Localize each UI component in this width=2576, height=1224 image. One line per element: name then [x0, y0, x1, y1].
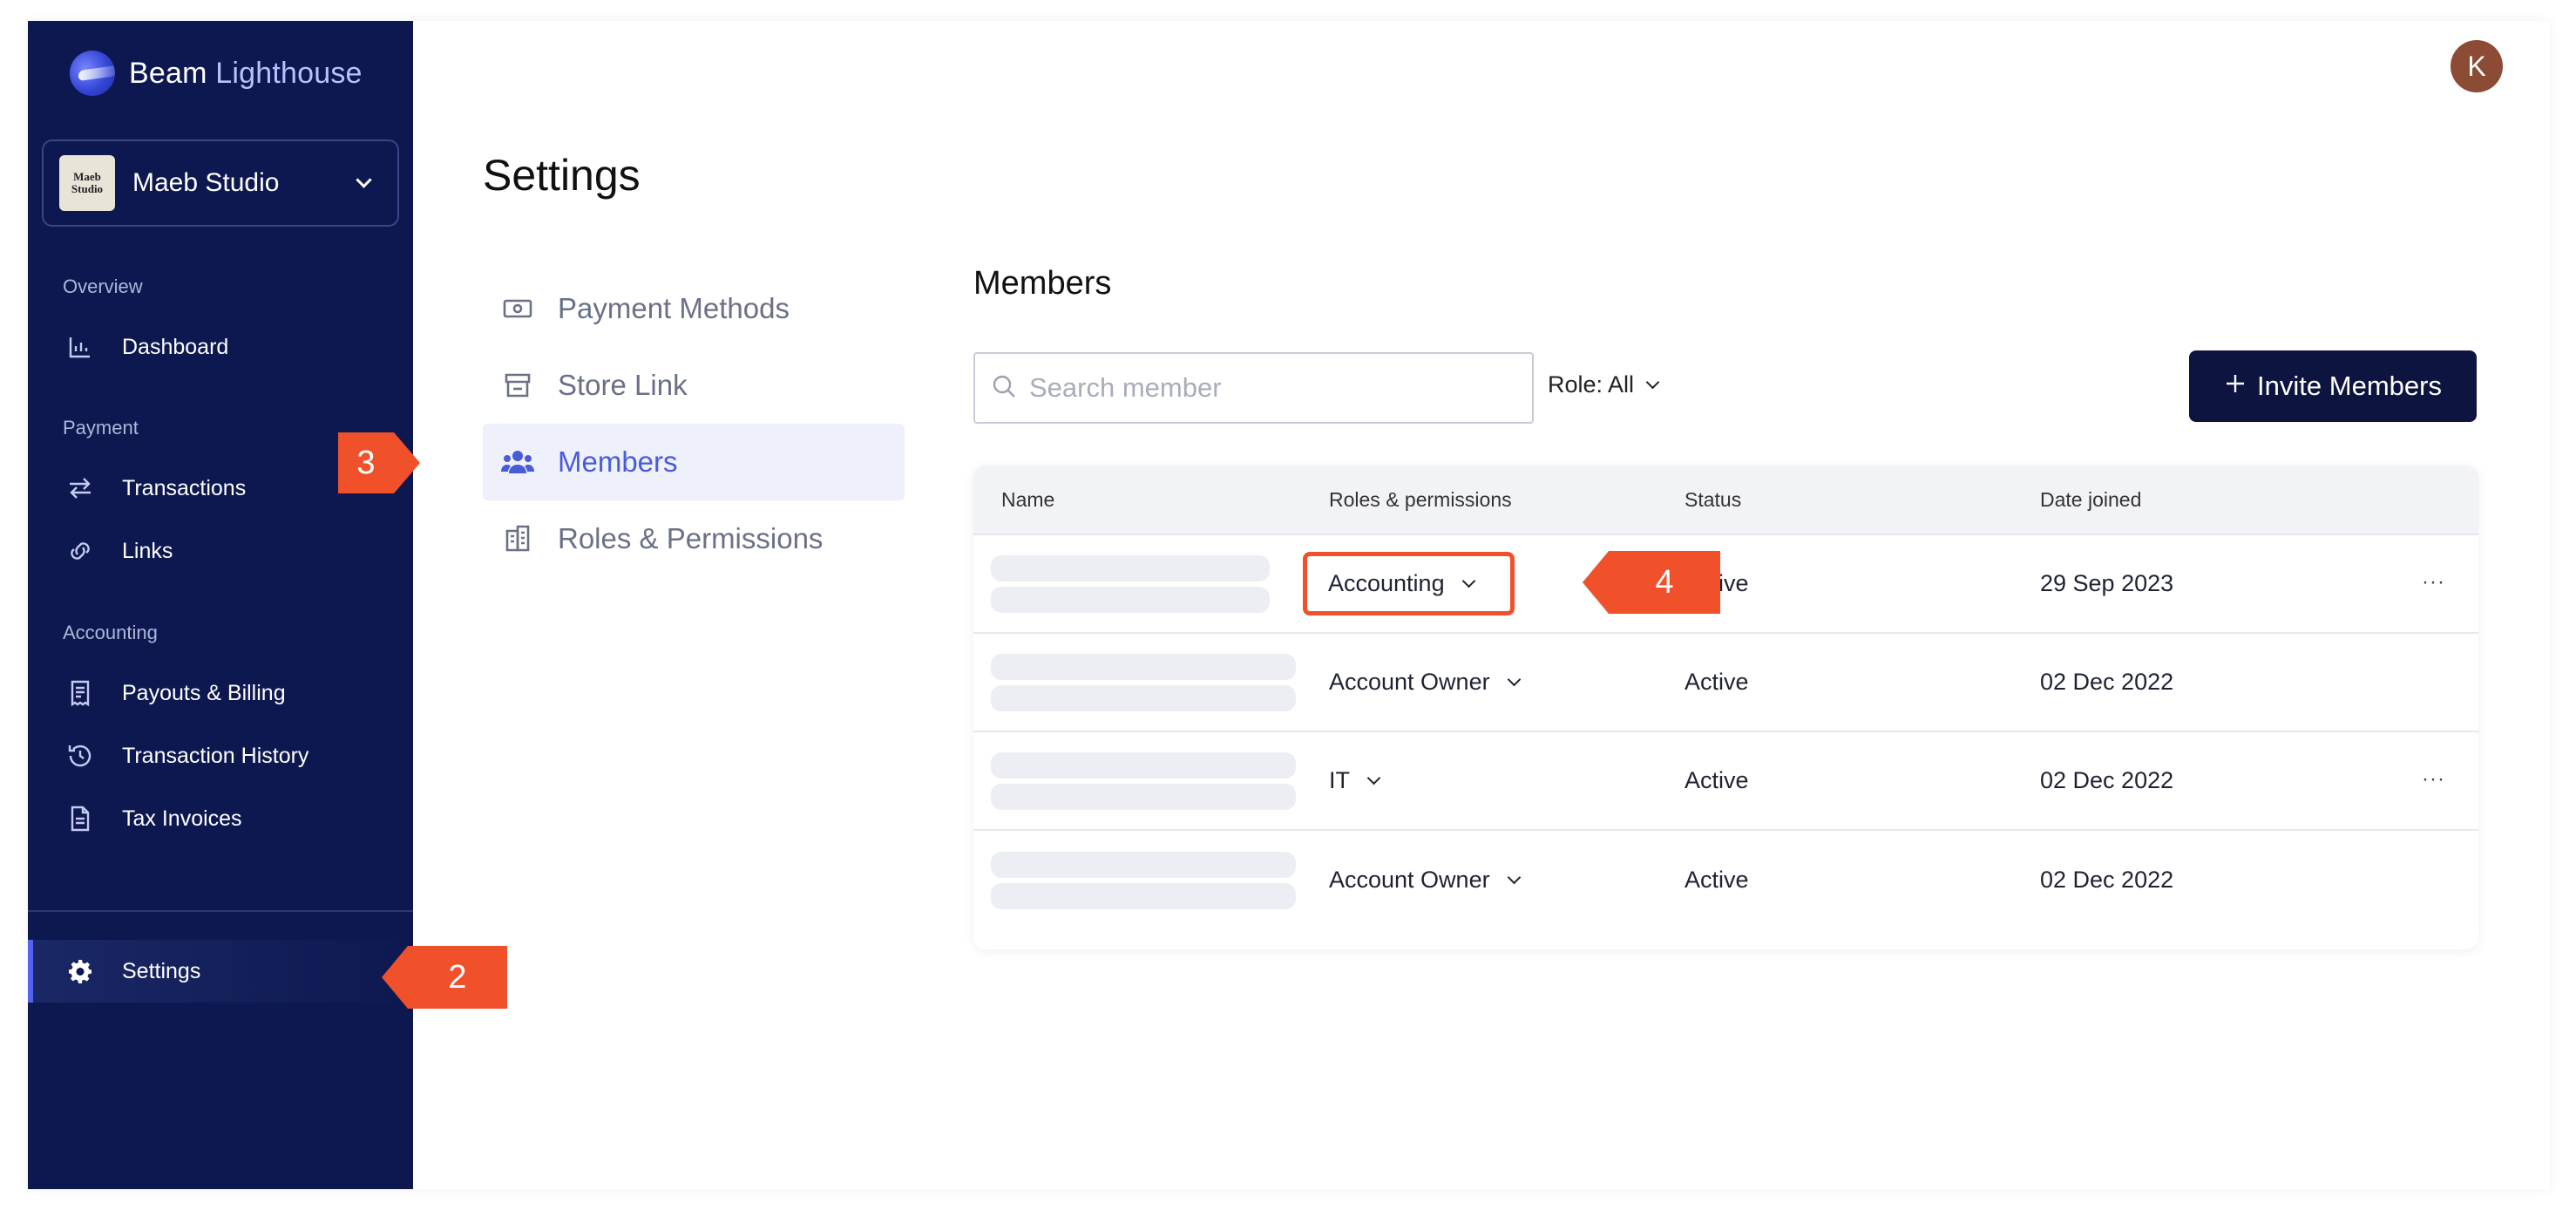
role-filter-dropdown[interactable]: Role: All: [1548, 371, 1660, 398]
subnav-roles-permissions[interactable]: Roles & Permissions: [483, 500, 905, 577]
role-cell: Account Owner: [1329, 669, 1685, 696]
subnav-members[interactable]: Members: [483, 424, 905, 500]
cash-icon: [500, 291, 535, 326]
name-placeholder: [973, 847, 1329, 915]
chevron-down-icon: [356, 171, 372, 188]
subnav-label: Members: [558, 445, 678, 478]
app-frame: Beam Lighthouse Maeb Studio Maeb Studio …: [28, 21, 2550, 1189]
sidebar-item-transaction-history[interactable]: Transaction History: [63, 731, 394, 780]
subnav-payment-methods[interactable]: Payment Methods: [483, 270, 905, 347]
role-label: Account Owner: [1329, 669, 1490, 695]
chevron-down-icon: [1366, 771, 1381, 785]
role-cell: Account Owner: [1329, 867, 1685, 894]
building-icon: [500, 521, 535, 556]
name-placeholder: [973, 649, 1329, 717]
store-avatar: Maeb Studio: [59, 155, 115, 211]
date-joined: 02 Dec 2022: [2040, 767, 2174, 793]
callout-step-2: 2: [382, 946, 507, 1009]
search-member-field[interactable]: [973, 352, 1534, 424]
sidebar-item-label: Settings: [122, 958, 201, 983]
page-title: Settings: [483, 151, 641, 200]
table-row[interactable]: Account Owner Active 02 Dec 2022: [973, 831, 2478, 929]
table-row[interactable]: IT Active 02 Dec 2022 ···: [973, 732, 2478, 831]
subnav-label: Roles & Permissions: [558, 522, 824, 554]
link-icon: [63, 534, 98, 568]
store-name: Maeb Studio: [132, 168, 280, 197]
more-options-icon[interactable]: ···: [2422, 570, 2445, 595]
history-icon: [63, 738, 98, 773]
chevron-down-icon: [1645, 375, 1660, 390]
name-placeholder: [973, 550, 1329, 618]
sidebar-item-settings[interactable]: Settings: [28, 940, 413, 1003]
role-label: Account Owner: [1329, 867, 1490, 893]
sidebar-item-dashboard[interactable]: Dashboard: [63, 323, 394, 371]
role-dropdown[interactable]: Account Owner: [1329, 669, 1521, 696]
users-icon: [500, 445, 535, 479]
search-icon: [991, 373, 1017, 404]
chevron-down-icon: [1461, 574, 1475, 588]
user-avatar[interactable]: K: [2451, 40, 2503, 92]
column-header-name[interactable]: Name: [973, 488, 1329, 512]
role-dropdown[interactable]: Account Owner: [1329, 867, 1521, 894]
gear-icon: [63, 954, 98, 989]
brand-name: Beam Lighthouse: [129, 56, 363, 90]
role-cell: IT: [1329, 767, 1685, 794]
members-table: Name Roles & permissions Status Date joi…: [973, 466, 2478, 949]
name-placeholder: [973, 747, 1329, 815]
section-overview: Overview: [63, 275, 143, 297]
sidebar-item-tax-invoices[interactable]: Tax Invoices: [63, 794, 394, 843]
table-row[interactable]: Accounting Active 29 Sep 2023 ···: [973, 535, 2478, 634]
sidebar-item-label: Links: [122, 538, 173, 563]
column-header-status[interactable]: Status: [1685, 488, 2040, 512]
subnav-label: Store Link: [558, 369, 688, 401]
chevron-down-icon: [1507, 672, 1521, 687]
date-joined: 02 Dec 2022: [2040, 669, 2174, 695]
sidebar-item-label: Tax Invoices: [122, 806, 242, 831]
status-text: Active: [1685, 570, 2040, 597]
members-heading: Members: [973, 265, 1112, 302]
table-row[interactable]: Account Owner Active 02 Dec 2022: [973, 634, 2478, 732]
sidebar-divider: [28, 910, 413, 912]
bar-chart-icon: [63, 330, 98, 364]
status-text: Active: [1685, 669, 1749, 695]
role-label: IT: [1329, 767, 1350, 793]
invite-members-button[interactable]: Invite Members: [2189, 350, 2477, 422]
store-switcher[interactable]: Maeb Studio Maeb Studio: [42, 139, 399, 227]
receipt-icon: [63, 676, 98, 711]
date-joined: 02 Dec 2022: [2040, 867, 2174, 893]
subnav-store-link[interactable]: Store Link: [483, 347, 905, 424]
column-header-roles[interactable]: Roles & permissions: [1329, 488, 1685, 512]
store-icon: [500, 368, 535, 403]
table-header: Name Roles & permissions Status Date joi…: [973, 466, 2478, 535]
sidebar-item-label: Payouts & Billing: [122, 680, 286, 705]
sidebar-item-links[interactable]: Links: [63, 527, 394, 575]
role-label: Accounting: [1328, 570, 1445, 596]
section-payment: Payment: [63, 417, 139, 439]
sidebar-item-payouts[interactable]: Payouts & Billing: [63, 669, 394, 717]
column-header-date[interactable]: Date joined: [2040, 488, 2415, 512]
role-dropdown[interactable]: Accounting: [1303, 552, 1515, 615]
brand[interactable]: Beam Lighthouse: [70, 51, 363, 96]
sidebar-item-label: Dashboard: [122, 334, 229, 359]
document-icon: [63, 801, 98, 836]
sidebar-item-label: Transactions: [122, 475, 247, 500]
more-options-icon[interactable]: ···: [2422, 767, 2445, 792]
subnav-label: Payment Methods: [558, 292, 790, 324]
date-joined: 29 Sep 2023: [2040, 570, 2174, 596]
section-accounting: Accounting: [63, 622, 158, 643]
role-filter-label: Role: All: [1548, 371, 1635, 398]
search-input[interactable]: [1029, 372, 1517, 404]
swap-arrows-icon: [63, 471, 98, 506]
sidebar-item-label: Transaction History: [122, 743, 309, 768]
sidebar: Beam Lighthouse Maeb Studio Maeb Studio …: [28, 21, 413, 1189]
callout-step-4: 4: [1583, 551, 1720, 614]
callout-step-3: 3: [338, 432, 420, 493]
status-text: Active: [1685, 867, 1749, 893]
beam-logo-icon: [70, 51, 115, 96]
invite-members-label: Invite Members: [2257, 371, 2442, 401]
plus-icon: [2224, 371, 2247, 402]
status-text: Active: [1685, 767, 1749, 793]
role-dropdown[interactable]: IT: [1329, 767, 1381, 794]
chevron-down-icon: [1507, 870, 1521, 885]
